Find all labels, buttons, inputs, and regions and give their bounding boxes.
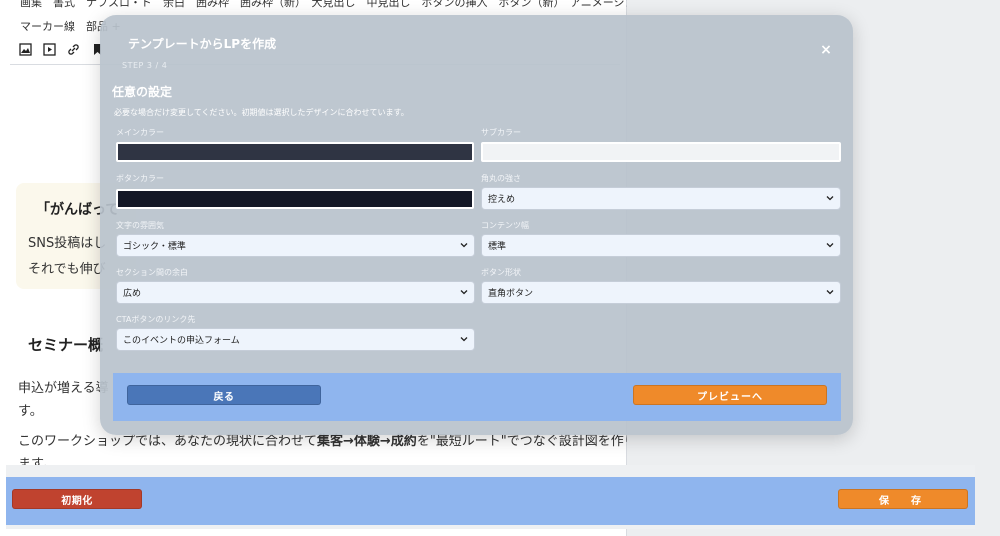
section-spacing-label: セクション間の余白 — [116, 268, 188, 277]
chevron-down-icon — [826, 288, 834, 296]
button-color-picker[interactable] — [116, 189, 474, 209]
chevron-down-icon — [826, 194, 834, 202]
modal-footer: 戻る プレビューへ — [113, 373, 841, 421]
main-color-label: メインカラー — [116, 128, 164, 137]
chevron-down-icon — [826, 241, 834, 249]
bottom-action-bar: 初期化 保 存 — [6, 465, 975, 529]
paragraph: す。 — [18, 404, 43, 419]
button-shape-select[interactable]: 直角ボタン — [481, 281, 841, 304]
button-color-label: ボタンカラー — [116, 174, 164, 183]
main-color-picker[interactable] — [116, 142, 474, 162]
content-width-value: 標準 — [488, 242, 507, 252]
reset-button[interactable]: 初期化 — [12, 489, 142, 509]
video-icon[interactable] — [42, 42, 56, 56]
text-mood-label: 文字の雰囲気 — [116, 221, 164, 230]
paragraph-text: を"最短ルート"でつなぐ設計図を作り — [416, 434, 637, 449]
create-lp-modal: テンプレートからLPを作成 × STEP 3 / 4 任意の設定 必要な場合だけ… — [100, 15, 853, 435]
section-description: 必要な場合だけ変更してください。初期値は選択したデザインに合わせています。 — [114, 108, 409, 117]
cta-link-label: CTAボタンのリンク先 — [116, 315, 196, 324]
sub-color-label: サブカラー — [481, 128, 521, 137]
corner-radius-label: 角丸の強さ — [481, 174, 521, 183]
text-mood-value: ゴシック・標準 — [123, 242, 186, 252]
image-icon[interactable] — [18, 42, 32, 56]
save-button[interactable]: 保 存 — [838, 489, 968, 509]
editor-icon-toolbar — [18, 42, 104, 56]
section-heading: セミナー概 — [28, 336, 104, 354]
button-shape-label: ボタン形状 — [481, 268, 521, 277]
content-box-line: それでも伸び — [28, 262, 106, 277]
paragraph-text: このワークショップでは、あなたの現状に合わせて — [18, 434, 318, 449]
sub-color-picker[interactable] — [481, 142, 841, 162]
back-button[interactable]: 戻る — [127, 385, 321, 405]
bottom-action-bar-inner: 初期化 保 存 — [6, 477, 975, 525]
close-icon[interactable]: × — [818, 42, 834, 58]
modal-title: テンプレートからLPを作成 — [128, 37, 277, 51]
chevron-down-icon — [460, 335, 468, 343]
content-width-select[interactable]: 標準 — [481, 234, 841, 257]
cta-link-select[interactable]: このイベントの申込フォーム — [116, 328, 475, 351]
editor-toolbar-row-1[interactable]: 画集 書式 ナフスロ・ド 余白 囲み枠 囲み枠（新） 大見出し 中見出し ボタン… — [20, 0, 647, 10]
corner-radius-value: 控えめ — [488, 195, 516, 205]
button-shape-value: 直角ボタン — [488, 289, 534, 299]
chevron-down-icon — [460, 241, 468, 249]
cta-link-value: このイベントの申込フォーム — [123, 336, 240, 346]
section-title: 任意の設定 — [112, 85, 173, 99]
content-width-label: コンテンツ幅 — [481, 221, 529, 230]
preview-button[interactable]: プレビューへ — [633, 385, 827, 405]
section-spacing-select[interactable]: 広め — [116, 281, 475, 304]
content-box-line: SNS投稿はし — [28, 236, 107, 251]
section-spacing-value: 広め — [123, 289, 142, 299]
paragraph: 申込が増える導 — [18, 381, 109, 396]
chevron-down-icon — [460, 288, 468, 296]
paragraph-bold-text: 集客→体験→成約 — [317, 434, 417, 449]
step-indicator: STEP 3 / 4 — [122, 61, 168, 70]
text-mood-select[interactable]: ゴシック・標準 — [116, 234, 475, 257]
corner-radius-select[interactable]: 控えめ — [481, 187, 841, 210]
link-icon[interactable] — [66, 42, 80, 56]
